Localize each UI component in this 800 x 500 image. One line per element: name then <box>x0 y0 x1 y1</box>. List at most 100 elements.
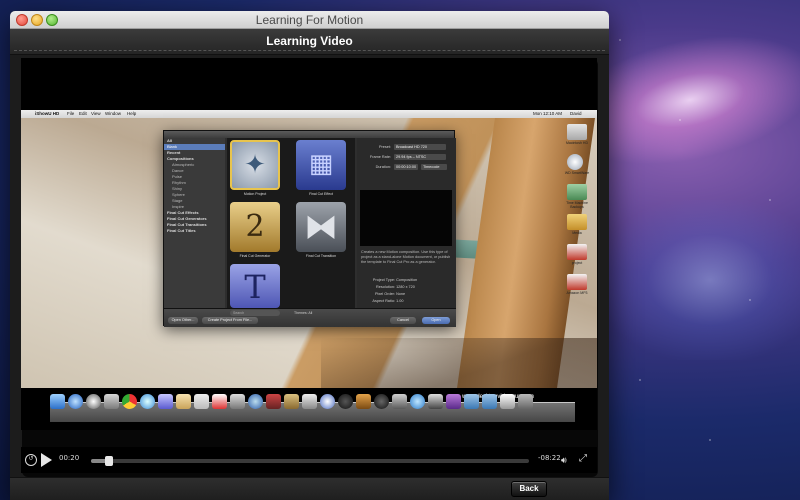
motion-icon: ✦ <box>244 150 266 180</box>
video-menubar-item: File <box>67 111 75 116</box>
duration-unit-select[interactable]: Timecode <box>421 164 447 170</box>
dialog-footer: Search Themes: All Open Other... Create … <box>164 308 456 327</box>
dashboard-icon[interactable] <box>86 394 101 409</box>
window-title: Learning For Motion <box>255 13 364 27</box>
cancel-button[interactable]: Cancel <box>390 317 416 324</box>
desktop-icon-label: WD SmartWare <box>564 171 590 175</box>
header-bar: Learning Video <box>10 29 609 55</box>
open-other-button[interactable]: Open Other... <box>168 317 198 324</box>
tile-label: Final Cut Transition <box>305 254 337 258</box>
applications-folder-icon[interactable] <box>464 394 479 409</box>
create-from-file-button[interactable]: Create Project From File... <box>202 317 258 324</box>
bottom-bar: Back <box>10 477 609 500</box>
close-window-button[interactable] <box>16 14 28 26</box>
app-icon[interactable] <box>446 394 461 409</box>
quicktime-icon[interactable] <box>410 394 425 409</box>
template-search-input[interactable]: Search <box>230 310 280 316</box>
category-list: All Blank Recent Compositions Atmospheri… <box>164 138 225 308</box>
back-button[interactable]: Back <box>511 481 547 497</box>
system-preferences-icon[interactable] <box>392 394 407 409</box>
disc-icon[interactable] <box>567 154 583 170</box>
minimize-window-button[interactable] <box>31 14 43 26</box>
chrome-icon[interactable] <box>122 394 137 409</box>
video-menubar: iShowU HD File Edit View Window Help Mon… <box>21 110 597 118</box>
video-menubar-item: Window <box>105 111 122 116</box>
replay-icon[interactable]: ↺ <box>25 454 37 466</box>
tile-label: Motion Project <box>243 192 267 196</box>
title-icon: T <box>244 268 266 306</box>
final-cut-generator-tile[interactable]: 2 <box>230 202 280 252</box>
elapsed-time: 00:20 <box>59 454 80 462</box>
address-book-icon[interactable] <box>194 394 209 409</box>
final-cut-icon[interactable] <box>338 394 353 409</box>
screenflow-icon[interactable] <box>428 394 443 409</box>
motion-project-tile[interactable]: ✦ <box>230 140 280 190</box>
finder-icon[interactable] <box>50 394 65 409</box>
category-item[interactable]: Final Cut Titles <box>164 228 225 234</box>
duration-label: Duration: <box>375 165 391 169</box>
final-cut-effect-tile[interactable]: ▦ <box>296 140 346 190</box>
volume-icon[interactable]: 🔊︎ <box>561 455 573 467</box>
hard-drive-icon[interactable] <box>567 124 587 140</box>
photo-icon[interactable] <box>230 394 245 409</box>
garageband-icon[interactable] <box>356 394 371 409</box>
scrubber-track[interactable] <box>91 456 529 466</box>
open-button[interactable]: Open <box>422 317 450 324</box>
play-icon[interactable] <box>41 453 52 467</box>
tile-label: Final Cut Generator <box>239 254 271 258</box>
notes-icon[interactable] <box>176 394 191 409</box>
playback-controls: ↺ 00:20 -08:22 🔊︎ ⤢ <box>21 447 597 473</box>
folder-icon[interactable] <box>567 214 587 230</box>
remaining-time: -08:22 <box>538 454 561 462</box>
calendar-icon[interactable] <box>212 394 227 409</box>
preview-icon[interactable] <box>104 394 119 409</box>
desktop-icon-label: project <box>571 261 583 265</box>
video-frame[interactable]: iShowU HD File Edit View Window Help Mon… <box>21 58 597 430</box>
app-window: Learning For Motion Learning Video iShow… <box>10 11 609 500</box>
desktop-icon-label: Media <box>572 231 582 235</box>
motion-app-icon[interactable] <box>320 394 335 409</box>
template-grid: ✦ Motion Project ▦ Final Cut Effect 2 Fi… <box>227 138 355 308</box>
time-machine-icon[interactable] <box>567 184 587 200</box>
tile-label: Final Cut Effect <box>309 192 333 196</box>
fullscreen-icon[interactable]: ⤢ <box>579 454 591 466</box>
video-menubar-item: View <box>91 111 101 116</box>
desktop-icon-label: Time Machine Backups <box>566 201 588 209</box>
scrubber-handle[interactable] <box>104 456 113 466</box>
video-menubar-item: Edit <box>79 111 87 116</box>
final-cut-title-tile[interactable]: T <box>230 264 280 308</box>
document-icon[interactable] <box>567 274 587 290</box>
app-store-icon[interactable] <box>68 394 83 409</box>
framerate-select[interactable]: 29.94 fps – NTSC <box>394 154 446 160</box>
documents-folder-icon[interactable] <box>482 394 497 409</box>
transition-icon: ⧓ <box>304 207 338 247</box>
framerate-label: Frame Rate: <box>369 155 391 159</box>
photo-booth-icon[interactable] <box>266 394 281 409</box>
themes-select[interactable]: Themes: All <box>294 310 312 316</box>
film-icon: ▦ <box>308 149 334 179</box>
downloads-stack-icon[interactable] <box>500 394 515 409</box>
info-row: Aspect Ratio: 1.00 <box>372 299 404 303</box>
preset-label: Preset: <box>378 145 391 149</box>
zoom-window-button[interactable] <box>46 14 58 26</box>
safari-icon[interactable] <box>140 394 155 409</box>
document-icon[interactable] <box>567 244 587 260</box>
imovie-icon[interactable] <box>302 394 317 409</box>
project-browser-dialog: All Blank Recent Compositions Atmospheri… <box>163 130 456 327</box>
video-menubar-item: Help <box>127 111 137 116</box>
preset-select[interactable]: Broadcast HD 720 <box>394 144 446 150</box>
compressor-icon[interactable] <box>374 394 389 409</box>
title-bar[interactable]: Learning For Motion <box>10 11 609 29</box>
info-row: Project Type: Composition <box>372 278 418 282</box>
video-menubar-clock: Mon 12:10 AM <box>533 111 563 116</box>
desktop-icon-label: Macintosh HD <box>566 141 588 145</box>
video-menubar-app: iShowU HD <box>35 111 60 116</box>
desktop-icon-label: Amazon MP3 <box>566 291 588 295</box>
iphoto-icon[interactable] <box>284 394 299 409</box>
final-cut-transition-tile[interactable]: ⧓ <box>296 202 346 252</box>
duration-field[interactable]: 00:00:10:00 <box>394 164 418 170</box>
trash-icon[interactable] <box>518 394 533 409</box>
itunes-icon[interactable] <box>248 394 263 409</box>
project-settings-panel: Preset: Broadcast HD 720 Frame Rate: 29.… <box>357 138 456 308</box>
mail-icon[interactable] <box>158 394 173 409</box>
